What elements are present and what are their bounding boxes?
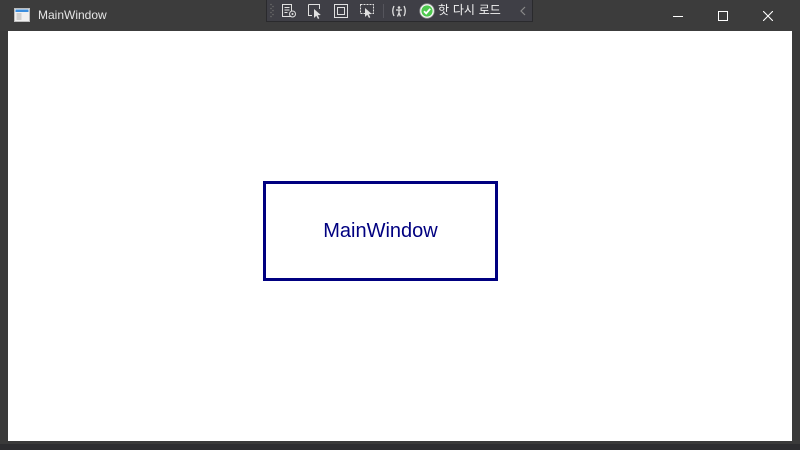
app-window-icon	[14, 8, 30, 22]
live-visual-tree-icon	[282, 3, 296, 17]
toolbar-separator	[383, 4, 384, 18]
chevron-left-icon	[520, 6, 526, 15]
close-icon	[763, 10, 773, 21]
window-client-area: MainWindow	[8, 31, 792, 441]
layout-adorners-icon	[334, 3, 348, 18]
hot-reload-status[interactable]: 핫 다시 로드	[419, 2, 501, 19]
hot-reload-label: 핫 다시 로드	[438, 3, 501, 17]
close-button[interactable]	[745, 0, 791, 31]
track-focus-icon	[360, 3, 374, 18]
select-element-icon	[308, 3, 321, 19]
maximize-icon	[718, 10, 728, 21]
minimize-icon	[673, 15, 683, 17]
desktop-background: MainWindow 핫 다시 로드 MainWindow	[0, 0, 800, 450]
live-visual-tree-button[interactable]	[279, 2, 299, 19]
track-focused-element-button[interactable]	[357, 2, 377, 19]
main-window-label: MainWindow	[323, 220, 438, 242]
main-window: MainWindow 핫 다시 로드 MainWindow	[0, 0, 800, 444]
window-title: MainWindow	[38, 8, 107, 22]
minimize-button[interactable]	[655, 0, 701, 31]
select-element-button[interactable]	[305, 2, 325, 19]
accessibility-checker-button[interactable]	[389, 2, 409, 19]
bordered-label-box: MainWindow	[263, 181, 498, 281]
hot-reload-ok-icon	[419, 2, 435, 19]
accessibility-icon	[392, 5, 406, 17]
title-bar[interactable]: MainWindow 핫 다시 로드	[0, 0, 800, 31]
display-layout-adorners-button[interactable]	[331, 2, 351, 19]
maximize-button[interactable]	[700, 0, 746, 31]
xaml-runtime-toolbar: 핫 다시 로드	[266, 0, 533, 22]
collapse-toolbar-button[interactable]	[517, 3, 529, 18]
toolbar-grip-icon[interactable]	[270, 3, 274, 18]
